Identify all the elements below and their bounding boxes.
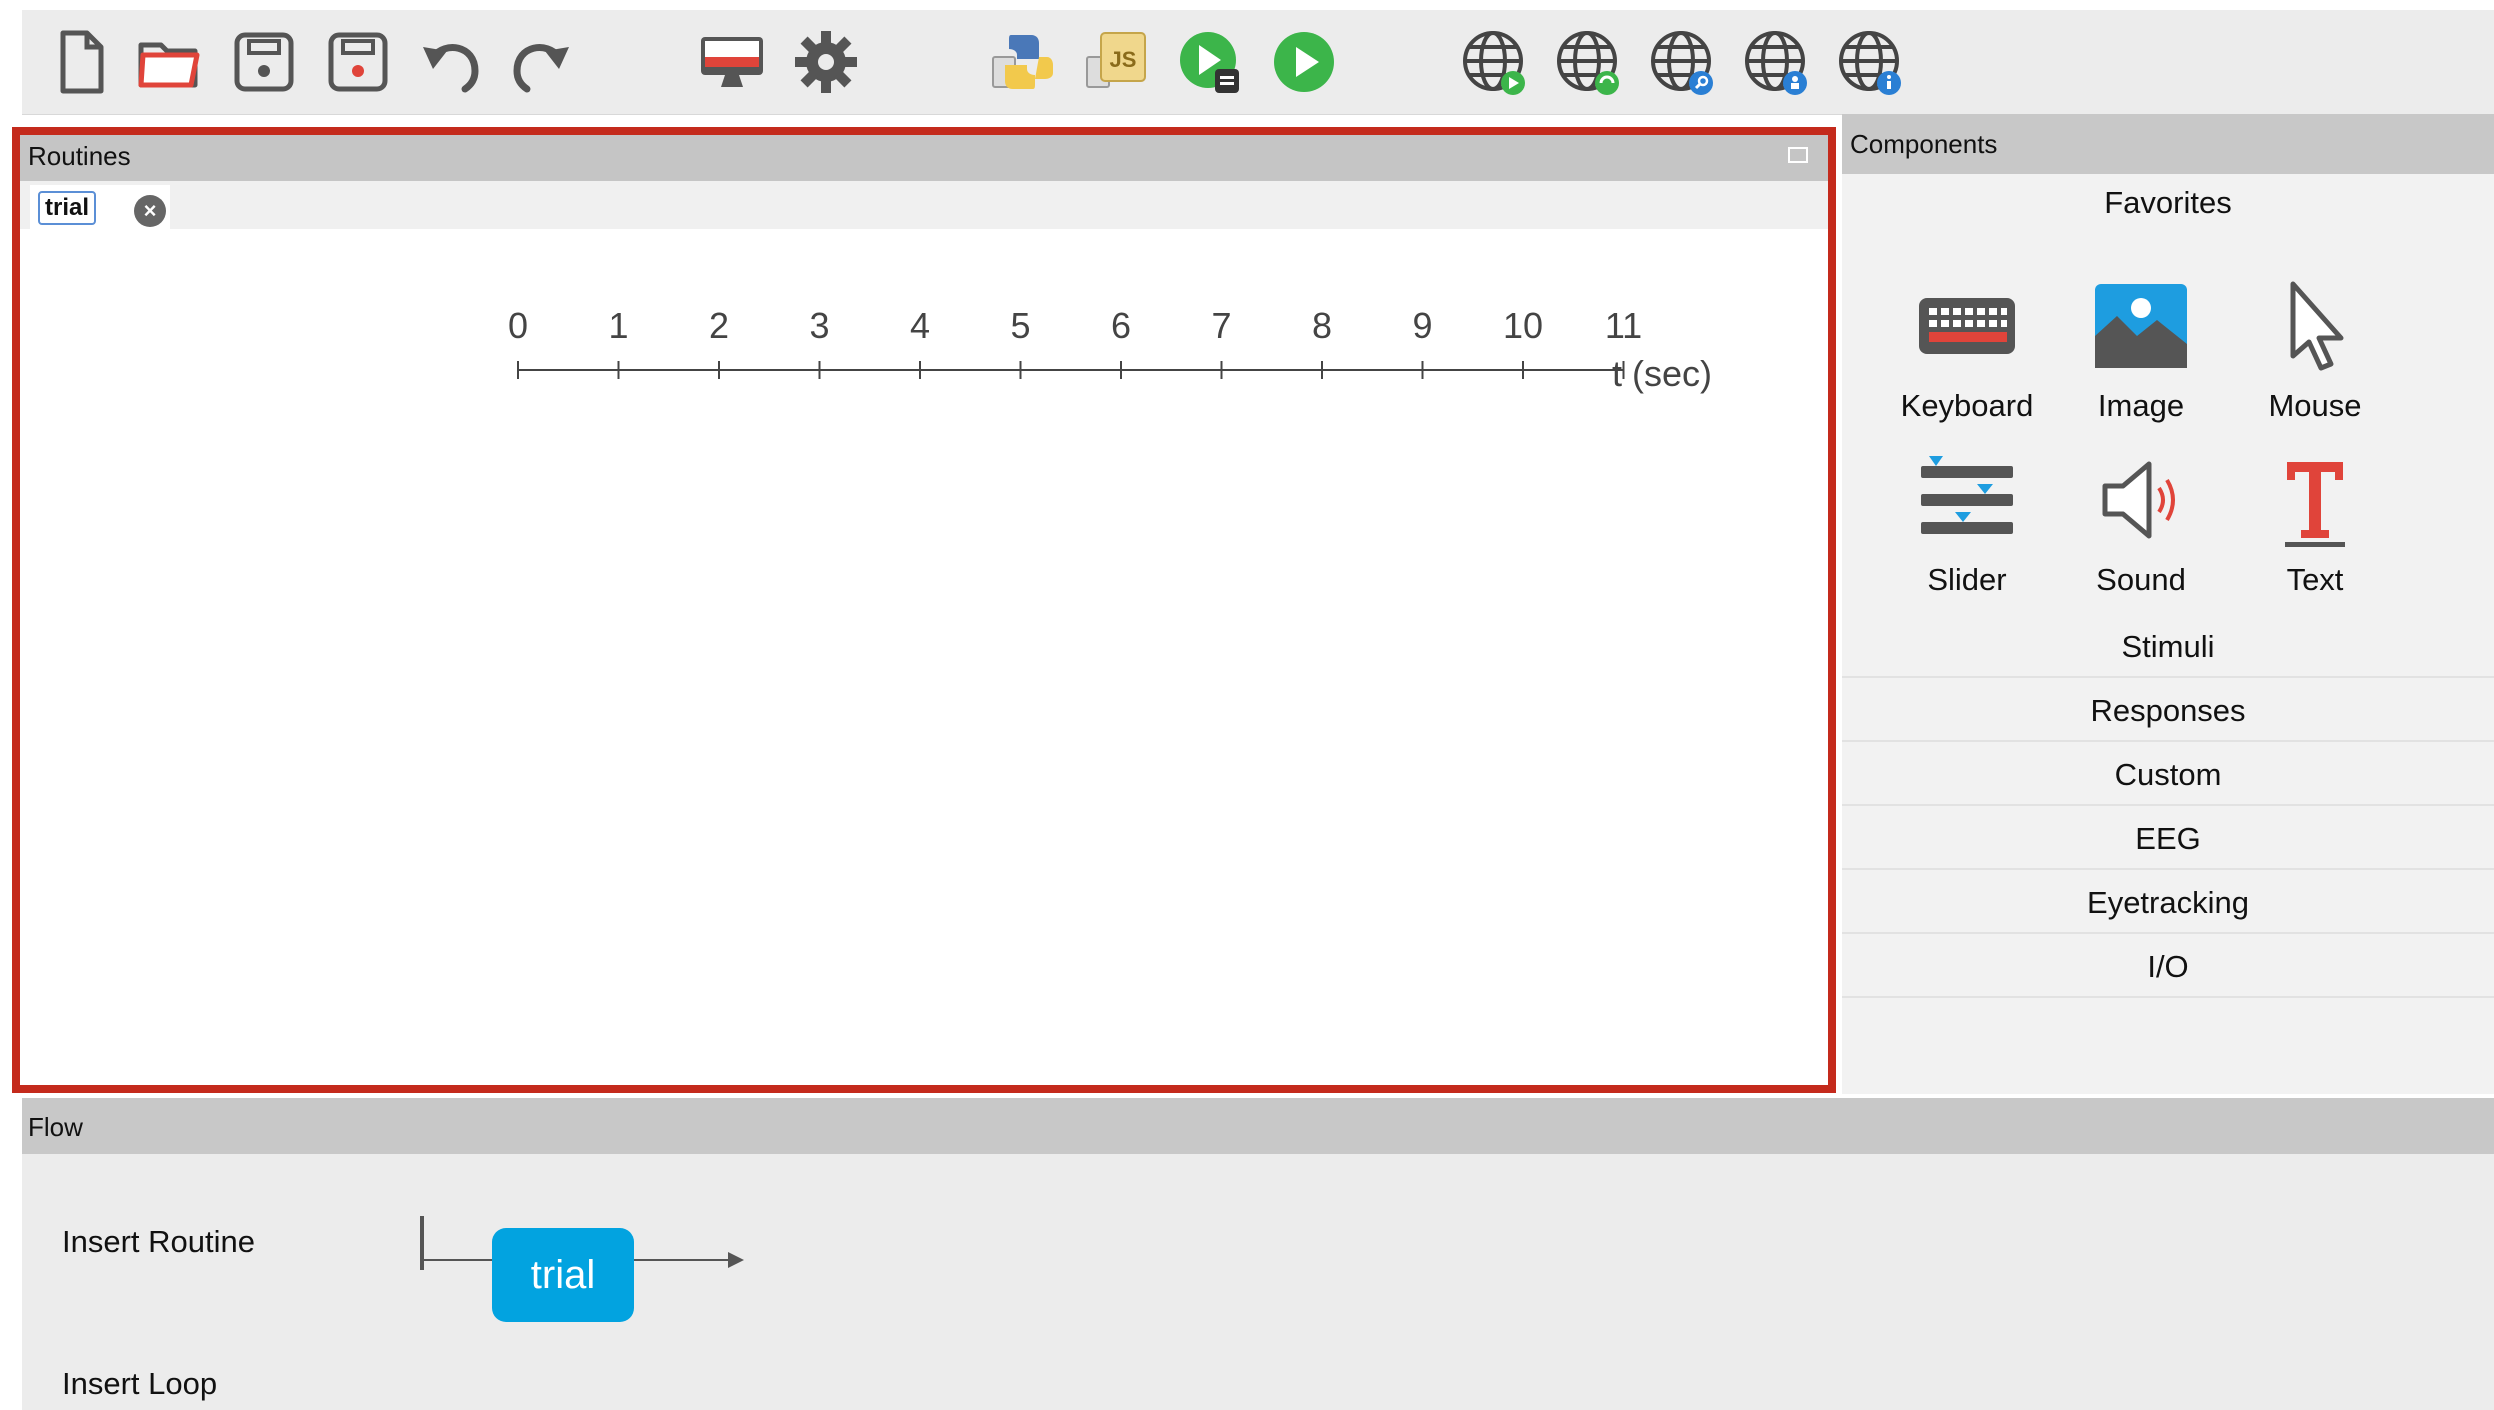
speaker-icon	[2102, 461, 2175, 539]
category-custom[interactable]: Custom	[1842, 746, 2494, 806]
component-label: Image	[2097, 388, 2185, 423]
routine-tab-bar: trial ×	[20, 181, 1828, 229]
online-sync-button[interactable]	[1548, 18, 1628, 106]
toolbar: JS	[22, 10, 2494, 115]
component-image[interactable]: Image	[2054, 276, 2228, 446]
globe-search-icon	[1651, 31, 1713, 95]
components-title: Components	[1850, 129, 1998, 159]
close-icon[interactable]: ×	[134, 195, 166, 227]
experiment-settings-button[interactable]	[786, 18, 866, 106]
timeline-axis	[517, 361, 1625, 379]
online-user-button[interactable]	[1736, 18, 1816, 106]
run-runner-button[interactable]	[1170, 18, 1250, 106]
flow-title: Flow	[28, 1112, 83, 1142]
js-file-icon: JS	[1086, 32, 1146, 88]
insert-loop-button[interactable]: Insert Loop	[62, 1366, 217, 1402]
svg-text:JS: JS	[1110, 47, 1137, 72]
component-slider[interactable]: Slider	[1880, 450, 2054, 620]
components-panel: Components Favorites Keyboard Image Mous…	[1842, 114, 2494, 1094]
globe-info-icon	[1839, 31, 1901, 95]
component-mouse[interactable]: Mouse	[2228, 276, 2402, 446]
image-icon	[2095, 284, 2187, 368]
category-favorites[interactable]: Favorites	[1842, 174, 2494, 232]
routines-title: Routines	[28, 141, 131, 171]
component-sound[interactable]: Sound	[2054, 450, 2228, 620]
timeline: 0 1 2 3 4 5 6 7 8 9 10 11 t (sec)	[488, 305, 1788, 415]
open-folder-icon	[138, 42, 200, 88]
category-eeg[interactable]: EEG	[1842, 810, 2494, 870]
play-icon	[1274, 32, 1334, 92]
component-label: Text	[2286, 562, 2344, 597]
component-label: Mouse	[2268, 388, 2362, 423]
mouse-pointer-icon	[2290, 281, 2344, 371]
redo-button[interactable]	[502, 18, 582, 106]
online-search-button[interactable]	[1642, 18, 1722, 106]
redo-icon	[513, 44, 569, 93]
new-file-icon	[60, 30, 104, 94]
run-runner-icon	[1180, 32, 1239, 93]
category-stimuli[interactable]: Stimuli	[1842, 618, 2494, 678]
text-t-icon	[2285, 462, 2345, 547]
flow-diagram: trial	[392, 1208, 792, 1328]
component-text[interactable]: Text	[2228, 450, 2402, 620]
new-file-button[interactable]	[40, 18, 120, 106]
component-label: Sound	[2096, 562, 2186, 597]
category-io[interactable]: I/O	[1842, 938, 2494, 998]
flow-panel: Flow Insert Routine Insert Loop trial	[22, 1098, 2494, 1410]
save-icon	[234, 32, 294, 92]
insert-routine-button[interactable]: Insert Routine	[62, 1224, 255, 1260]
tab-label[interactable]: trial	[38, 191, 97, 225]
components-header: Components	[1842, 114, 2494, 174]
python-icon	[992, 35, 1053, 89]
gear-icon	[795, 31, 857, 93]
component-keyboard[interactable]: Keyboard	[1880, 276, 2054, 446]
keyboard-icon	[1919, 298, 2015, 354]
undo-button[interactable]	[410, 18, 490, 106]
timeline-unit-label: t (sec)	[1612, 353, 1713, 394]
slider-icon	[1921, 456, 2013, 534]
component-label: Slider	[1927, 562, 2007, 597]
tab-trial[interactable]: trial ×	[30, 185, 170, 229]
compile-python-button[interactable]	[982, 18, 1062, 106]
flow-routine-trial[interactable]: trial	[492, 1228, 634, 1322]
undo-icon	[423, 44, 479, 93]
globe-user-icon	[1745, 31, 1807, 95]
routines-panel: Routines trial × 0 1 2 3 4 5 6 7 8 9 10 11 t (sec)	[12, 127, 1836, 1093]
monitor-icon	[701, 37, 763, 87]
save-as-button[interactable]	[318, 18, 398, 106]
save-button[interactable]	[224, 18, 304, 106]
online-run-button[interactable]	[1454, 18, 1534, 106]
category-responses[interactable]: Responses	[1842, 682, 2494, 742]
compile-js-button[interactable]: JS	[1076, 18, 1156, 106]
routines-header: Routines	[20, 135, 1828, 181]
globe-sync-icon	[1557, 31, 1619, 95]
component-label: Keyboard	[1900, 388, 2034, 423]
save-as-icon	[328, 32, 388, 92]
category-eyetracking[interactable]: Eyetracking	[1842, 874, 2494, 934]
maximize-icon[interactable]	[1788, 147, 1808, 163]
monitor-center-button[interactable]	[692, 18, 772, 106]
run-button[interactable]	[1264, 18, 1344, 106]
globe-run-icon	[1463, 31, 1525, 95]
open-file-button[interactable]	[130, 18, 210, 106]
flow-header: Flow	[22, 1098, 2494, 1154]
online-info-button[interactable]	[1830, 18, 1910, 106]
